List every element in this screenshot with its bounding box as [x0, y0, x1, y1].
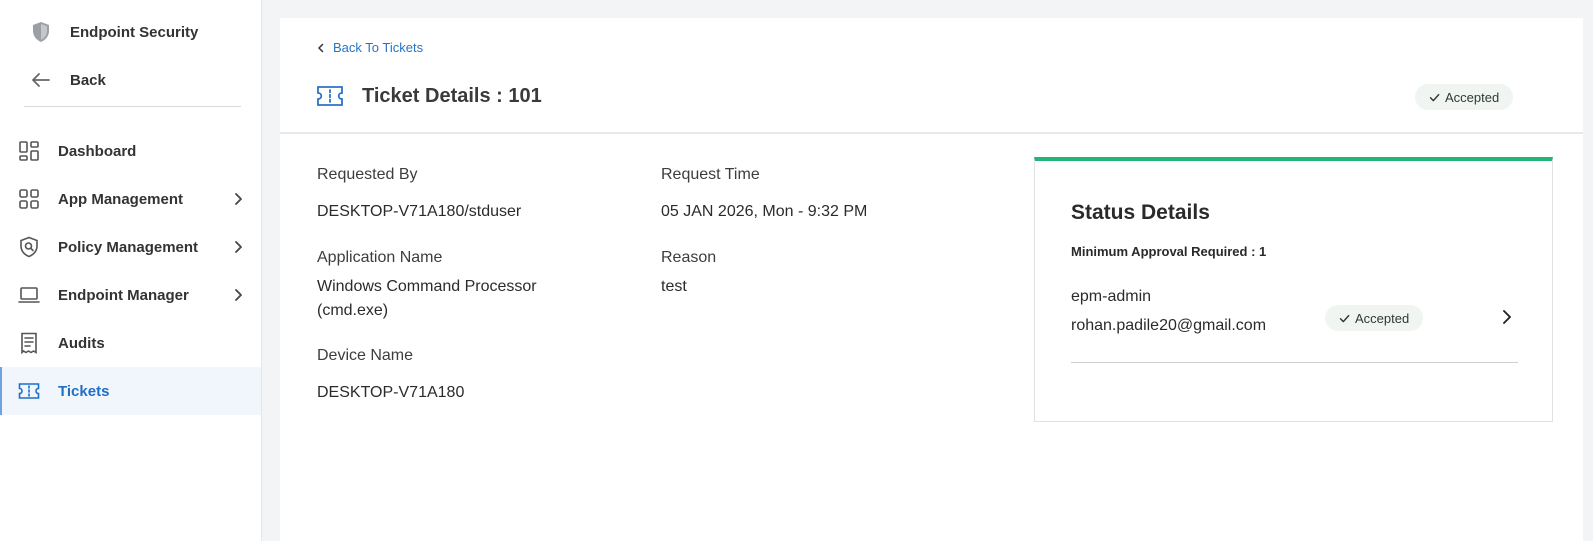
- chevron-left-icon: [318, 43, 324, 52]
- back-to-tickets-link[interactable]: Back To Tickets: [316, 40, 423, 55]
- min-approval-required: Minimum Approval Required : 1: [1071, 244, 1267, 259]
- chevron-right-icon: [235, 193, 242, 205]
- title-row: Ticket Details : 101: [316, 84, 542, 108]
- field-device-name: Device Name DESKTOP-V71A180: [317, 347, 464, 405]
- field-label: Request Time: [661, 166, 760, 183]
- status-badge-label: Accepted: [1445, 89, 1500, 105]
- approver-email: rohan.padile20@gmail.com: [1071, 317, 1267, 334]
- sidebar-item-label: App Management: [58, 190, 184, 208]
- check-icon: [1429, 93, 1440, 101]
- field-application-name: Application Name Windows Command Process…: [317, 249, 537, 323]
- check-icon: [1339, 314, 1350, 322]
- arrow-left-icon: [30, 69, 52, 91]
- status-details-title: Status Details: [1071, 201, 1210, 224]
- back-button[interactable]: Back: [0, 66, 261, 94]
- field-request-time: Request Time 05 JAN 2026, Mon - 9:32 PM: [661, 166, 867, 224]
- field-reason: Reason test: [661, 249, 716, 299]
- sidebar-item-endpoint-manager[interactable]: Endpoint Manager: [0, 271, 261, 319]
- field-value: (cmd.exe): [317, 302, 389, 319]
- approver-name: epm-admin: [1071, 288, 1152, 305]
- chevron-right-icon: [235, 289, 242, 301]
- ticket-details-panel: Back To Tickets Ticket Details : 101 Acc…: [280, 18, 1583, 541]
- page-title: Ticket Details : 101: [362, 84, 542, 107]
- field-label: Requested By: [317, 166, 418, 183]
- field-label: Device Name: [317, 347, 414, 364]
- sidebar-item-label: Audits: [58, 334, 105, 352]
- sidebar-item-label: Policy Management: [58, 238, 199, 256]
- laptop-icon: [18, 284, 40, 306]
- chevron-right-icon[interactable]: [1499, 308, 1515, 326]
- sidebar-item-tickets[interactable]: Tickets: [0, 367, 261, 415]
- app-brand: Endpoint Security: [0, 18, 261, 46]
- sidebar-item-dashboard[interactable]: Dashboard: [0, 127, 261, 175]
- shield-icon: [30, 21, 52, 43]
- approver-row[interactable]: epm-admin rohan.padile20@gmail.com Accep…: [1071, 288, 1518, 363]
- field-value: DESKTOP-V71A180/stduser: [317, 203, 522, 220]
- field-requested-by: Requested By DESKTOP-V71A180/stduser: [317, 166, 521, 224]
- sidebar-item-audits[interactable]: Audits: [0, 319, 261, 367]
- back-link-label: Back To Tickets: [333, 40, 424, 55]
- sidebar-item-label: Endpoint Manager: [58, 286, 189, 304]
- sidebar-item-label: Dashboard: [58, 142, 137, 160]
- chevron-right-icon: [235, 241, 242, 253]
- status-details-card: Status Details Minimum Approval Required…: [1034, 157, 1553, 422]
- dashboard-icon: [18, 140, 40, 162]
- sidebar-divider: [24, 106, 241, 107]
- field-label: Reason: [661, 249, 717, 266]
- field-value: DESKTOP-V71A180: [317, 384, 465, 401]
- field-value: Windows Command Processor: [317, 278, 537, 295]
- ticket-icon: [18, 380, 40, 402]
- sidebar: Endpoint Security Back Dashboard App Man…: [0, 0, 262, 541]
- approver-status-label: Accepted: [1355, 310, 1410, 326]
- policy-shield-icon: [18, 236, 40, 258]
- field-label: Application Name: [317, 249, 443, 266]
- sidebar-item-app-management[interactable]: App Management: [0, 175, 261, 223]
- field-value: test: [661, 278, 687, 295]
- status-badge: Accepted: [1415, 84, 1514, 110]
- sidebar-nav: Dashboard App Management Policy Manageme…: [0, 127, 261, 415]
- back-label: Back: [70, 71, 106, 89]
- sidebar-item-label: Tickets: [58, 382, 110, 400]
- sidebar-item-policy-management[interactable]: Policy Management: [0, 223, 261, 271]
- ticket-icon: [317, 86, 343, 106]
- approver-status-badge: Accepted: [1325, 305, 1424, 331]
- field-value: 05 JAN 2026, Mon - 9:32 PM: [661, 203, 868, 220]
- page-header: Back To Tickets Ticket Details : 101 Acc…: [280, 18, 1583, 134]
- apps-grid-icon: [18, 188, 40, 210]
- audit-document-icon: [18, 332, 40, 354]
- app-title: Endpoint Security: [70, 23, 199, 41]
